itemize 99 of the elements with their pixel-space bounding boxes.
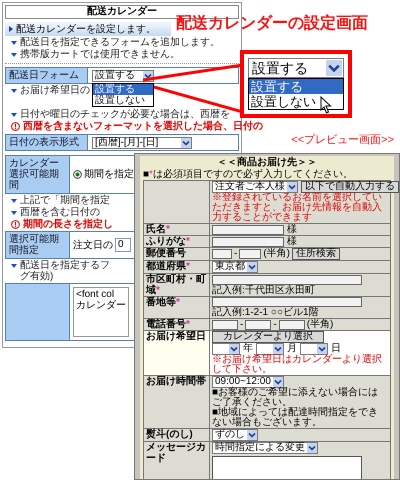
field-label: 日付の表示形式 [6,135,88,150]
note-text: 西暦を含まないフォーマットを選択した場合、日付の [23,121,263,132]
note-text: 配送日を指定するフ [20,260,110,271]
field-label: 選択可能期間指定 [6,232,70,258]
row-label: ふりがな* [144,236,210,248]
text-field[interactable] [212,236,284,246]
note-text: お届け希望日の [20,85,90,96]
note-text: 日付や曜日のチェックが必要な場合は、西暦を [20,109,230,120]
dropdown-select[interactable]: ずのし [212,429,258,441]
example-text: 記入例:千代田区永田町 [212,284,316,296]
text-field[interactable] [212,297,362,307]
dropdown-arrow-icon [317,344,327,354]
honorific-text: 様 [287,224,297,234]
time-select[interactable]: 09:00~12:00 [212,376,284,388]
textarea-text: <font col [76,289,116,300]
dropdown-option[interactable]: 設置する [93,84,153,95]
text-field[interactable] [239,249,262,259]
bullet-icon [11,210,17,216]
date-unit: 日 [331,344,341,354]
bullet-icon [11,263,17,269]
bullet-icon [11,88,17,94]
bullet-icon [11,40,17,46]
days-field[interactable]: 0 [115,238,131,252]
note-text: 配送日を指定できるフォームを追加します。 [20,37,220,48]
hint-text: (半角) [263,249,290,259]
date-select[interactable] [212,343,240,355]
dropdown-option[interactable]: 設置しない [249,94,343,109]
date-select[interactable] [256,343,284,355]
bullet-icon [11,52,17,58]
field-label: 配送日フォーム [6,68,88,83]
delivery-form-select[interactable]: 設置する [92,70,154,82]
row-label: お届け希望日 [144,330,210,376]
separator-text: - [273,320,277,330]
autofill-button[interactable]: 以下で自動入力する [301,181,399,193]
dropdown-arrow-icon [287,182,297,192]
text-field[interactable] [212,320,238,330]
note-text: グ有効) [20,271,54,282]
dropdown-arrow-icon [247,262,257,272]
note-text: 期間の長さを指定し [23,219,113,230]
row-label: 番地等* [144,296,210,318]
field-label: カレンダー選択可能期間 [6,156,70,193]
row-label: 電話番号* [144,318,210,330]
date-format-select[interactable]: [西暦]-[月]-[日] [92,136,192,148]
note-text: 西暦を含む日付の [20,207,100,218]
dropdown-arrow-icon [273,344,283,354]
dropdown-option[interactable]: 設置しない [93,95,153,106]
warning-icon [11,122,20,131]
enlarged-select[interactable]: 設置する [248,58,344,78]
bullet-icon [11,198,17,204]
dropdown-arrow-icon [272,377,283,387]
message-textarea[interactable]: <font col カレンダー [73,287,129,337]
range-prefix: 注文日の [73,240,113,250]
message-textarea[interactable] [212,456,362,479]
date-select[interactable] [300,343,328,355]
note-text: 携帯版カートでは使用できません。 [20,49,180,60]
text-field[interactable] [212,224,284,234]
row-label: 氏名* [144,224,210,236]
preview-caption: <<プレビュー画面>> [291,134,394,147]
address-search-button[interactable]: 住所検索 [292,248,340,260]
intro-text: 配送カレンダーを設定します。 [16,24,156,34]
arrow-icon [9,26,13,32]
radio-button[interactable] [73,170,82,179]
bullet-icon [11,112,17,118]
dropdown-arrow-icon [181,138,191,148]
row-label: 郵便番号 [144,248,210,260]
row-label: 市区町村・町域* [144,274,210,296]
row-label: メッセージカード [144,442,210,479]
time-note: ■お客様のご希望に添えない場合にはご了承ください。 [212,388,380,408]
text-field[interactable] [245,320,272,330]
dropdown-arrow-icon [247,430,257,440]
dropdown-arrow-icon [229,344,239,354]
dropdown-arrow-icon [307,443,317,453]
date-unit: 月 [287,344,297,354]
calendar-button[interactable]: カレンダーより選択 [212,331,324,343]
textarea-text: カレンダー [76,300,126,311]
radio-label: 期間を指定 [84,169,134,180]
text-field[interactable] [212,249,232,259]
example-text: 記入例:1-2-1 ○○ビル1階 [212,307,320,318]
text-field[interactable] [212,274,362,284]
date-unit: 年 [243,344,253,354]
warning-icon [11,220,20,229]
hint-text: (半角) [306,320,334,330]
required-note: ■*は必須項目ですので必ず入力してください。 [143,169,354,180]
text-field[interactable] [278,320,305,330]
separator-text: - [240,320,244,330]
date-note: ※お届け希望日はカレンダーより選択して下さい。 [212,355,383,375]
dropdown-select[interactable]: 時間指定による変更 [212,442,318,454]
dropdown-option[interactable]: 設置する [249,79,343,94]
preview-title: ＜＜商品お届け先＞＞ [216,157,318,168]
dropdown-select[interactable]: 東京都 [212,261,258,273]
autofill-note: ※登録されているお名前を選択していただきますと、お届け先情報を自動入力することができます [212,193,383,223]
separator-text: - [234,249,238,259]
honorific-text: 様 [287,236,297,246]
row-label: お届け時間帯 [144,376,210,428]
customer-select[interactable]: 注文者ご本人様 [212,181,298,193]
time-note: ■地域によっては配達時間指定をできない場合もございます。 [212,408,380,428]
note-text: 上記で「期間を指定 [20,195,110,206]
row-label: 熨斗(のし) [144,428,210,442]
row-label: 都道府県* [144,260,210,274]
